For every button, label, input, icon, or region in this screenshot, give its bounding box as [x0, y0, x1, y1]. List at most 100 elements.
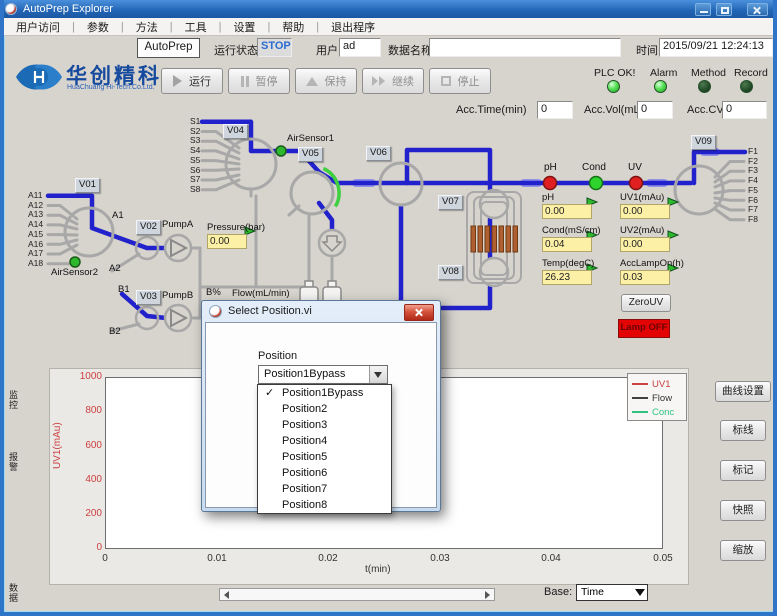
scroll-right-button[interactable] — [481, 589, 494, 600]
uv1-readout-label: UV1(mAu) — [620, 192, 664, 203]
pump-b — [165, 305, 191, 331]
lamp-off-button[interactable]: Lamp OFF — [618, 319, 670, 338]
valve-tag-v08[interactable]: V08 — [438, 265, 463, 280]
valve-tag-v05[interactable]: V05 — [298, 147, 323, 162]
base-label: Base: — [544, 586, 572, 598]
mark-button[interactable]: 标记 — [720, 460, 766, 481]
s-port-labels: S1S2 S3S4 S5S6 S7S8 — [190, 117, 200, 195]
chart-legend: UV1 Flow Conc — [627, 373, 687, 421]
marker-line-button[interactable]: 标线 — [720, 420, 766, 441]
uv-dot-label: UV — [628, 162, 642, 173]
valve-v07[interactable] — [480, 190, 508, 218]
valve-tag-v06[interactable]: V06 — [366, 146, 391, 161]
labview-vi-icon — [209, 305, 222, 318]
autoprep-window: AutoPrep Explorer 用户访问| 参数| 方法| 工具| 设置| … — [0, 0, 777, 616]
injector-icon — [319, 230, 345, 256]
position-label: Position — [258, 350, 297, 362]
valve-tag-v02[interactable]: V02 — [136, 220, 161, 235]
ph-readout-label: pH — [542, 192, 554, 203]
y-tick: 600 — [68, 440, 102, 451]
x-tick: 0 — [85, 553, 125, 564]
valve-tag-v01[interactable]: V01 — [75, 178, 100, 193]
f-port-labels: F1F2 F3F4 F5F6 F7F8 — [748, 147, 758, 225]
column-packing — [471, 226, 518, 252]
uv2-readout-label: UV2(mAu) — [620, 225, 664, 236]
pressure-value: 0.00 — [207, 234, 247, 249]
cond-dot-label: Cond — [582, 162, 606, 173]
option-position8[interactable]: Position8 — [258, 497, 391, 513]
option-position3[interactable]: Position3 — [258, 417, 391, 433]
acclamp-readout-label: AccLampOn(h) — [620, 258, 684, 269]
y-tick: 200 — [68, 508, 102, 519]
base-dropdown[interactable]: Time — [576, 584, 648, 601]
y-axis-label: UV1(mAu) — [52, 422, 63, 469]
position-dropdown-list: ✓Position1Bypass Position2 Position3 Pos… — [257, 384, 392, 514]
scroll-left-button[interactable] — [220, 589, 233, 600]
pump-a — [165, 235, 191, 261]
flow-legend-label: Flow — [652, 393, 672, 404]
chevron-down-icon — [374, 372, 382, 378]
option-position7[interactable]: Position7 — [258, 481, 391, 497]
valve-v09[interactable] — [675, 166, 723, 214]
scroll-right-icon — [485, 591, 490, 599]
valve-v08[interactable] — [480, 258, 508, 286]
position-combobox[interactable]: Position1Bypass — [258, 365, 388, 384]
option-position1bypass[interactable]: ✓Position1Bypass — [258, 385, 391, 401]
side-tab-monitor[interactable]: 监控 — [7, 390, 20, 410]
scroll-left-icon — [224, 591, 229, 599]
uv2-readout-value: 0.00 — [620, 237, 670, 252]
option-position6[interactable]: Position6 — [258, 465, 391, 481]
ph-dot-label: pH — [544, 162, 557, 173]
x-tick: 0.03 — [420, 553, 460, 564]
cond-sensor-dot — [590, 177, 603, 190]
b-percent-label: B% — [206, 287, 221, 298]
valve-tag-v04[interactable]: V04 — [223, 124, 248, 139]
cond-readout-label: Cond(mS/cm) — [542, 225, 601, 236]
uv1-readout-value: 0.00 — [620, 204, 670, 219]
option-position5[interactable]: Position5 — [258, 449, 391, 465]
y-tick: 400 — [68, 474, 102, 485]
curve-settings-button[interactable]: 曲线设置 — [715, 381, 771, 402]
air-sensor1-label: AirSensor1 — [287, 133, 334, 144]
dialog-title-bar[interactable]: Select Position.vi — [202, 301, 440, 322]
side-tab-data[interactable]: 数据 — [7, 583, 20, 603]
acclamp-readout-value: 0.03 — [620, 270, 670, 285]
combo-dropdown-button[interactable] — [369, 366, 387, 383]
air-sensor2-led — [70, 257, 80, 267]
y-tick: 1000 — [68, 371, 102, 382]
zero-uv-button[interactable]: ZeroUV — [621, 294, 671, 312]
valve-v05[interactable] — [291, 172, 333, 214]
b2-label: B2 — [109, 326, 121, 337]
valve-tag-v03[interactable]: V03 — [136, 290, 161, 305]
uv1-legend-line — [632, 383, 648, 385]
uv-sensor-dot — [630, 177, 643, 190]
valve-tag-v07[interactable]: V07 — [438, 195, 463, 210]
checkmark-icon: ✓ — [265, 385, 274, 401]
option-position2[interactable]: Position2 — [258, 401, 391, 417]
x-tick: 0.01 — [197, 553, 237, 564]
temp-readout-label: Temp(degC) — [542, 258, 594, 269]
pump-a-label: PumpA — [162, 219, 193, 230]
option-position4[interactable]: Position4 — [258, 433, 391, 449]
horizontal-scrollbar[interactable] — [219, 588, 495, 601]
a1-label: A1 — [112, 210, 124, 221]
air-sensor1-led — [276, 146, 286, 156]
pump-b-label: PumpB — [162, 290, 193, 301]
ph-readout-value: 0.00 — [542, 204, 592, 219]
position-selected-value: Position1Bypass — [264, 368, 345, 380]
uv1-legend-label: UV1 — [652, 379, 670, 390]
zoom-button[interactable]: 缩放 — [720, 540, 766, 561]
snapshot-button[interactable]: 快照 — [720, 500, 766, 521]
conc-legend-label: Conc — [652, 407, 674, 418]
dialog-close-button[interactable] — [404, 304, 434, 321]
a-port-labels: A11A12 A13A14 A15A16 A17A18 — [28, 191, 43, 269]
flow-legend-line — [632, 397, 648, 399]
ph-sensor-dot — [544, 177, 557, 190]
chevron-down-icon — [635, 589, 645, 596]
temp-readout-value: 26.23 — [542, 270, 592, 285]
air-sensor2-label: AirSensor2 — [51, 267, 98, 278]
valve-tag-v09[interactable]: V09 — [691, 135, 716, 150]
x-tick: 0.05 — [643, 553, 683, 564]
side-tab-alarm[interactable]: 报警 — [7, 452, 20, 472]
b1-label: B1 — [118, 284, 130, 295]
